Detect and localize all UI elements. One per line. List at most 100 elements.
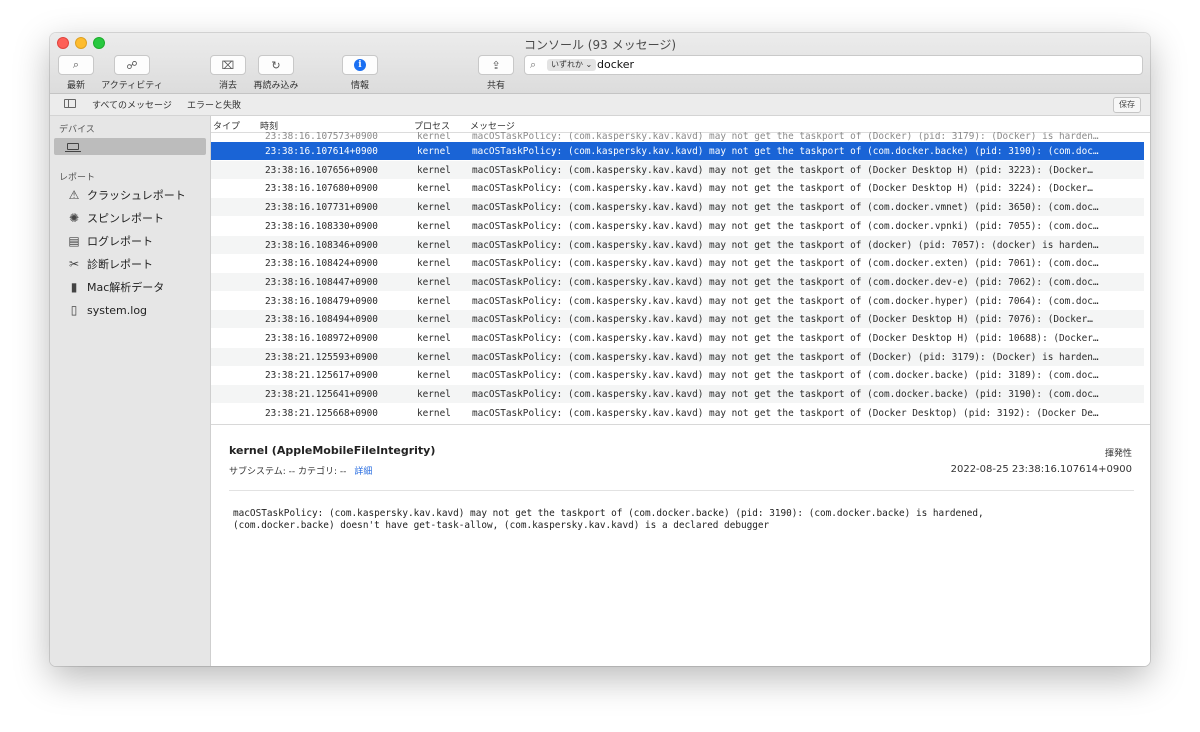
details-link[interactable]: 詳細	[354, 467, 372, 477]
table-row[interactable]: 23:38:21.125593+0900 kernel macOSTaskPolic…	[211, 347, 1144, 366]
reports-section-label: レポート	[59, 173, 96, 183]
clear-button[interactable]: ⌧	[210, 55, 246, 75]
latest-label: 最新	[66, 81, 85, 91]
log-process: kernel	[417, 314, 451, 326]
activity-icon: ☍	[126, 58, 138, 72]
log-time: 23:38:16.107614+0900	[265, 146, 378, 157]
log-message: macOSTaskPolicy: (com.kaspersky.kav.kavd…	[472, 164, 1093, 176]
log-time: 23:38:16.108494+0900	[265, 314, 378, 326]
share-icon: ⇪	[491, 58, 501, 72]
spin-icon: ✺	[68, 211, 80, 225]
device-item[interactable]	[54, 138, 206, 155]
table-row[interactable]: 23:38:16.107614+0900 kernel macOSTaskPolic…	[211, 142, 1144, 160]
detail-timestamp: 2022-08-25 23:38:16.107614+0900	[950, 464, 1132, 475]
log-table[interactable]: 23:38:16.107573+0900 kernel macOSTaskPol…	[211, 132, 1150, 424]
reload-button[interactable]: ↻	[258, 55, 294, 75]
column-time[interactable]: 時刻	[260, 119, 278, 132]
log-process: kernel	[417, 183, 451, 195]
detail-title: kernel (AppleMobileFileIntegrity)	[229, 444, 436, 457]
table-row[interactable]: 23:38:16.107731+0900 kernel macOSTaskPolic…	[211, 198, 1144, 217]
devices-section-label: デバイス	[59, 125, 95, 135]
sidebar-item-log-reports[interactable]: ▤ ログレポート	[66, 232, 153, 250]
log-time: 23:38:16.107573+0900	[265, 132, 378, 142]
activity-label: アクティビティ	[101, 81, 163, 91]
table-row[interactable]: 23:38:21.125617+0900 kernel macOSTaskPolic…	[211, 366, 1144, 384]
reload-label: 再読み込み	[253, 81, 299, 91]
table-row[interactable]: 23:38:16.108447+0900 kernel macOSTaskPolic…	[211, 272, 1144, 291]
log-process: kernel	[417, 239, 451, 251]
log-icon: ▤	[68, 234, 80, 248]
log-time: 23:38:16.107680+0900	[265, 183, 378, 195]
log-process: kernel	[417, 351, 451, 363]
log-message: macOSTaskPolicy: (com.kaspersky.kav.kavd…	[472, 202, 1099, 214]
share-label: 共有	[486, 81, 505, 91]
log-process: kernel	[417, 295, 451, 307]
latest-button[interactable]: ⌕	[58, 55, 94, 75]
table-row[interactable]: 23:38:16.107656+0900 kernel macOSTaskPolic…	[211, 160, 1144, 179]
table-row[interactable]: 23:38:21.125641+0900 kernel macOSTaskPolic…	[211, 385, 1144, 404]
log-message: macOSTaskPolicy: (com.kaspersky.kav.kavd…	[472, 407, 1099, 419]
save-search-button[interactable]: 保存	[1113, 97, 1141, 113]
log-time: 23:38:16.108447+0900	[265, 276, 378, 288]
table-row[interactable]: 23:38:16.108346+0900 kernel macOSTaskPolic…	[211, 235, 1144, 254]
sidebar-item-label: スピンレポート	[87, 212, 164, 225]
log-message: macOSTaskPolicy: (com.kaspersky.kav.kavd…	[472, 258, 1099, 270]
log-message: macOSTaskPolicy: (com.kaspersky.kav.kavd…	[472, 370, 1099, 382]
errors-faults-tab[interactable]: エラーと失敗	[187, 98, 241, 111]
search-input[interactable]: docker	[597, 58, 634, 71]
reload-icon: ↻	[271, 58, 281, 72]
sidebar-item-mac-analytics[interactable]: ▮ Mac解析データ	[66, 278, 165, 296]
sidebar-item-crash-reports[interactable]: ⚠ クラッシュレポート	[66, 186, 186, 204]
column-type[interactable]: タイプ	[213, 119, 240, 132]
log-process: kernel	[417, 276, 451, 288]
sidebar-item-label: Mac解析データ	[87, 281, 165, 294]
table-row[interactable]: 23:38:21.125668+0900 kernel macOSTaskPolic…	[211, 404, 1144, 422]
sidebar-item-label: クラッシュレポート	[87, 189, 186, 202]
table-row[interactable]: 23:38:16.108424+0900 kernel macOSTaskPolic…	[211, 254, 1144, 272]
log-message: macOSTaskPolicy: (com.kaspersky.kav.kavd…	[472, 220, 1099, 232]
sidebar-item-label: ログレポート	[87, 235, 153, 248]
log-time: 23:38:16.108424+0900	[265, 258, 378, 270]
log-message: macOSTaskPolicy: (com.kaspersky.kav.kavd…	[472, 295, 1099, 307]
sidebar-item-system-log[interactable]: ▯ system.log	[66, 301, 147, 319]
activity-button[interactable]: ☍	[114, 55, 150, 75]
log-process: kernel	[417, 389, 451, 401]
log-process: kernel	[417, 370, 451, 382]
window-title: コンソール (93 メッセージ)	[523, 38, 677, 52]
column-process[interactable]: プロセス	[414, 119, 450, 132]
log-message: macOSTaskPolicy: (com.kaspersky.kav.kavd…	[472, 239, 1099, 251]
pane-divider[interactable]	[211, 424, 1150, 425]
chart-icon: ▮	[70, 280, 78, 294]
sidebar-item-diagnostic-reports[interactable]: ✂ 診断レポート	[66, 255, 153, 273]
log-message: macOSTaskPolicy: (com.kaspersky.kav.kavd…	[472, 314, 1093, 326]
column-message[interactable]: メッセージ	[470, 119, 515, 132]
table-row[interactable]: 23:38:16.108972+0900 kernel macOSTaskPolic…	[211, 329, 1144, 347]
tools-icon: ✂	[68, 257, 80, 271]
magnify-clock-icon: ⌕	[72, 58, 80, 71]
clear-icon: ⌧	[221, 58, 235, 72]
sidebar-toggle-icon[interactable]	[64, 99, 76, 108]
log-process: kernel	[417, 258, 451, 270]
log-time: 23:38:16.108972+0900	[265, 333, 378, 344]
log-time: 23:38:21.125641+0900	[265, 389, 378, 401]
table-row[interactable]: 23:38:16.108479+0900 kernel macOSTaskPolic…	[211, 292, 1144, 310]
log-process: kernel	[417, 333, 451, 344]
log-message: macOSTaskPolicy: (com.kaspersky.kav.kavd…	[472, 333, 1099, 344]
detail-subsystem: サブシステム: -- カテゴリ: --	[229, 467, 347, 477]
log-message: macOSTaskPolicy: (com.kaspersky.kav.kavd…	[472, 389, 1099, 401]
table-row[interactable]: 23:38:16.108330+0900 kernel macOSTaskPolic…	[211, 217, 1144, 235]
info-label: 情報	[350, 81, 369, 91]
table-row[interactable]: 23:38:16.107573+0900 kernel macOSTaskPol…	[211, 132, 1144, 142]
all-messages-tab[interactable]: すべてのメッセージ	[92, 98, 172, 111]
search-scope-dropdown[interactable]: いずれか ⌄	[547, 59, 597, 71]
share-button[interactable]: ⇪	[478, 55, 514, 75]
log-time: 23:38:16.108346+0900	[265, 239, 378, 251]
table-row[interactable]: 23:38:16.107680+0900 kernel macOSTaskPolic…	[211, 179, 1144, 197]
sidebar-item-spin-reports[interactable]: ✺ スピンレポート	[66, 209, 164, 227]
table-row[interactable]: 23:38:16.108494+0900 kernel macOSTaskPolic…	[211, 310, 1144, 329]
sidebar-item-label: 診断レポート	[87, 258, 153, 271]
sidebar: デバイス レポート ⚠ クラッシュレポート ✺ スピンレポート ▤ ログレポート…	[50, 116, 211, 666]
search-field[interactable]: ⌕ いずれか ⌄ docker	[524, 55, 1143, 75]
main-pane: タイプ 時刻 プロセス メッセージ 23:38:16.107573+0900 k…	[211, 116, 1150, 666]
info-button[interactable]: i	[342, 55, 378, 75]
